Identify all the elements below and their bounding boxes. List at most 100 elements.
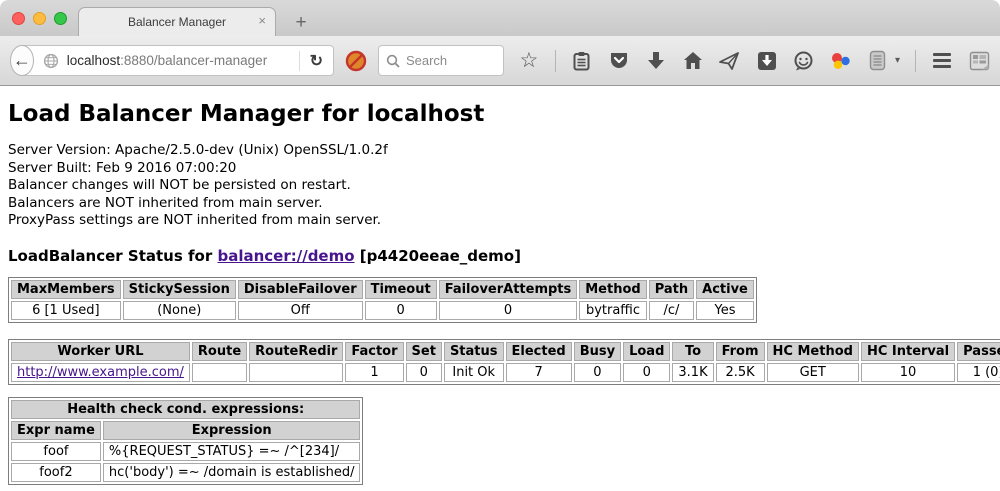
downloads-icon[interactable]: [645, 50, 667, 72]
close-window-button[interactable]: [12, 12, 25, 25]
dropdown-caret-icon[interactable]: ▾: [895, 55, 900, 66]
search-icon: [386, 54, 400, 68]
minimize-window-button[interactable]: [33, 12, 46, 25]
column-header: HC Interval: [861, 342, 955, 361]
server-info: Server Version: Apache/2.5.0-dev (Unix) …: [8, 142, 1000, 230]
cell-passes: 1 (0): [957, 363, 1000, 382]
cell-path: /c/: [649, 301, 694, 320]
search-input[interactable]: [406, 53, 496, 68]
cell-method: bytraffic: [579, 301, 646, 320]
cell-hc-interval: 10: [861, 363, 955, 382]
column-header: FailoverAttempts: [439, 280, 578, 299]
worker-status-table: Worker URL Route RouteRedir Factor Set S…: [8, 339, 1000, 385]
cell-expr-name: foof2: [11, 463, 101, 482]
balancer-summary-table: MaxMembers StickySession DisableFailover…: [8, 277, 757, 323]
url-bar[interactable]: localhost:8880/balancer-manager ↻: [18, 45, 334, 76]
search-bar[interactable]: [378, 45, 504, 76]
cell-active: Yes: [696, 301, 754, 320]
column-header: StickySession: [123, 280, 236, 299]
cell-route: [192, 363, 247, 382]
send-plane-icon[interactable]: [719, 50, 741, 72]
worker-url-link[interactable]: http://www.example.com/: [17, 365, 184, 380]
column-header: Elected: [506, 342, 572, 361]
column-header: Route: [192, 342, 247, 361]
cell-factor: 1: [345, 363, 403, 382]
proxypass-notice-line: ProxyPass settings are NOT inherited fro…: [8, 212, 1000, 230]
url-path: :8880/balancer-manager: [120, 53, 267, 68]
chat-smiley-icon[interactable]: [793, 50, 815, 72]
column-header: Worker URL: [11, 342, 190, 361]
container-addon-icon[interactable]: [867, 50, 889, 72]
toolbar-icons: ☆: [518, 50, 990, 72]
menu-hamburger-icon[interactable]: [931, 50, 953, 72]
column-header: Expression: [103, 421, 361, 440]
pocket-icon[interactable]: [608, 50, 630, 72]
table-header-row: Expr name Expression: [11, 421, 360, 440]
cell-to: 3.1K: [672, 363, 713, 382]
cell-worker-url: http://www.example.com/: [11, 363, 190, 382]
table-row: 6 [1 Used] (None) Off 0 0 bytraffic /c/ …: [11, 301, 754, 320]
table-header-row: Worker URL Route RouteRedir Factor Set S…: [11, 342, 1000, 361]
column-header: Active: [696, 280, 754, 299]
cell-expression: %{REQUEST_STATUS} =~ /^[234]/: [103, 442, 361, 461]
addon-download-box-icon[interactable]: [756, 50, 778, 72]
inherit-notice-line: Balancers are NOT inherited from main se…: [8, 195, 1000, 213]
bookmarks-clipboard-icon[interactable]: [571, 50, 593, 72]
server-version-line: Server Version: Apache/2.5.0-dev (Unix) …: [8, 142, 1000, 160]
page-content: Load Balancer Manager for localhost Serv…: [0, 101, 1000, 491]
cell-expression: hc('body') =~ /domain is established/: [103, 463, 361, 482]
status-prefix: LoadBalancer Status for: [8, 247, 212, 265]
toolbar-divider: [555, 50, 556, 72]
column-header: Expr name: [11, 421, 101, 440]
column-header: Set: [406, 342, 442, 361]
table-title-row: Health check cond. expressions:: [11, 400, 360, 419]
home-icon[interactable]: [682, 50, 704, 72]
status-suffix: [p4420eeae_demo]: [360, 247, 521, 265]
back-button[interactable]: ←: [10, 45, 34, 76]
table-row: http://www.example.com/ 1 0 Init Ok 7 0 …: [11, 363, 1000, 382]
column-header: HC Method: [767, 342, 859, 361]
column-header: Status: [444, 342, 504, 361]
cell-load: 0: [623, 363, 670, 382]
cell-stickysession: (None): [123, 301, 236, 320]
window-controls: [12, 12, 67, 25]
table-row: foof2 hc('body') =~ /domain is establish…: [11, 463, 360, 482]
cell-set: 0: [406, 363, 442, 382]
column-header: Method: [579, 280, 646, 299]
tab-title: Balancer Manager: [128, 15, 226, 29]
zoom-window-button[interactable]: [54, 12, 67, 25]
column-header: DisableFailover: [238, 280, 363, 299]
cell-failoverattempts: 0: [439, 301, 578, 320]
tab-close-icon[interactable]: ×: [258, 14, 266, 28]
url-text[interactable]: localhost:8880/balancer-manager: [67, 53, 267, 68]
colored-dots-addon-icon[interactable]: [830, 50, 852, 72]
bookmark-star-icon[interactable]: ☆: [518, 50, 540, 72]
browser-window: Balancer Manager × + ← localhost:8880/ba…: [0, 0, 1000, 491]
cell-timeout: 0: [365, 301, 437, 320]
content-blocked-icon[interactable]: [345, 50, 367, 72]
tab-balancer-manager[interactable]: Balancer Manager ×: [78, 7, 276, 36]
column-header: RouteRedir: [249, 342, 343, 361]
reload-button[interactable]: ↻: [300, 51, 333, 71]
cell-maxmembers: 6 [1 Used]: [11, 301, 121, 320]
health-check-table: Health check cond. expressions: Expr nam…: [8, 397, 363, 485]
page-title: Load Balancer Manager for localhost: [8, 101, 992, 127]
url-domain: localhost: [67, 53, 120, 68]
balancer-demo-link[interactable]: balancer://demo: [217, 247, 354, 265]
globe-icon: [43, 53, 59, 69]
column-header: From: [716, 342, 765, 361]
tiles-icon[interactable]: [968, 50, 990, 72]
table-header-row: MaxMembers StickySession DisableFailover…: [11, 280, 754, 299]
new-tab-button[interactable]: +: [288, 12, 314, 34]
column-header: MaxMembers: [11, 280, 121, 299]
cell-elected: 7: [506, 363, 572, 382]
toolbar-divider-2: [915, 50, 916, 72]
server-built-line: Server Built: Feb 9 2016 07:00:20: [8, 160, 1000, 178]
cell-busy: 0: [574, 363, 621, 382]
column-header: Path: [649, 280, 694, 299]
column-header: Busy: [574, 342, 621, 361]
navigation-toolbar: ← localhost:8880/balancer-manager ↻: [0, 36, 1000, 86]
tab-bar: Balancer Manager × +: [0, 0, 1000, 36]
health-table-title: Health check cond. expressions:: [11, 400, 360, 419]
cell-disablefailover: Off: [238, 301, 363, 320]
